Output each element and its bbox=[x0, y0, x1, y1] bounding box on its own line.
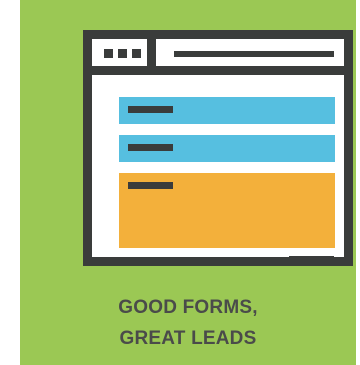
browser-titlebar bbox=[92, 39, 344, 75]
window-dot-icon bbox=[104, 49, 113, 58]
form-textarea-icon bbox=[119, 173, 335, 248]
field-label-line bbox=[128, 182, 173, 189]
window-controls-icon bbox=[92, 39, 156, 66]
form-field-1-icon bbox=[119, 97, 335, 124]
caption-line-1: GOOD FORMS, bbox=[118, 297, 258, 318]
form-field-2-icon bbox=[119, 135, 335, 162]
submit-line-icon bbox=[289, 256, 334, 263]
caption-line-2: GREAT LEADS bbox=[119, 328, 257, 349]
field-label-line bbox=[128, 106, 173, 113]
browser-window-icon bbox=[83, 30, 353, 266]
address-bar-icon bbox=[174, 51, 334, 57]
field-label-line bbox=[128, 144, 173, 151]
window-dot-icon bbox=[118, 49, 127, 58]
caption: GOOD FORMS, GREAT LEADS bbox=[20, 292, 356, 354]
window-dot-icon bbox=[132, 49, 141, 58]
